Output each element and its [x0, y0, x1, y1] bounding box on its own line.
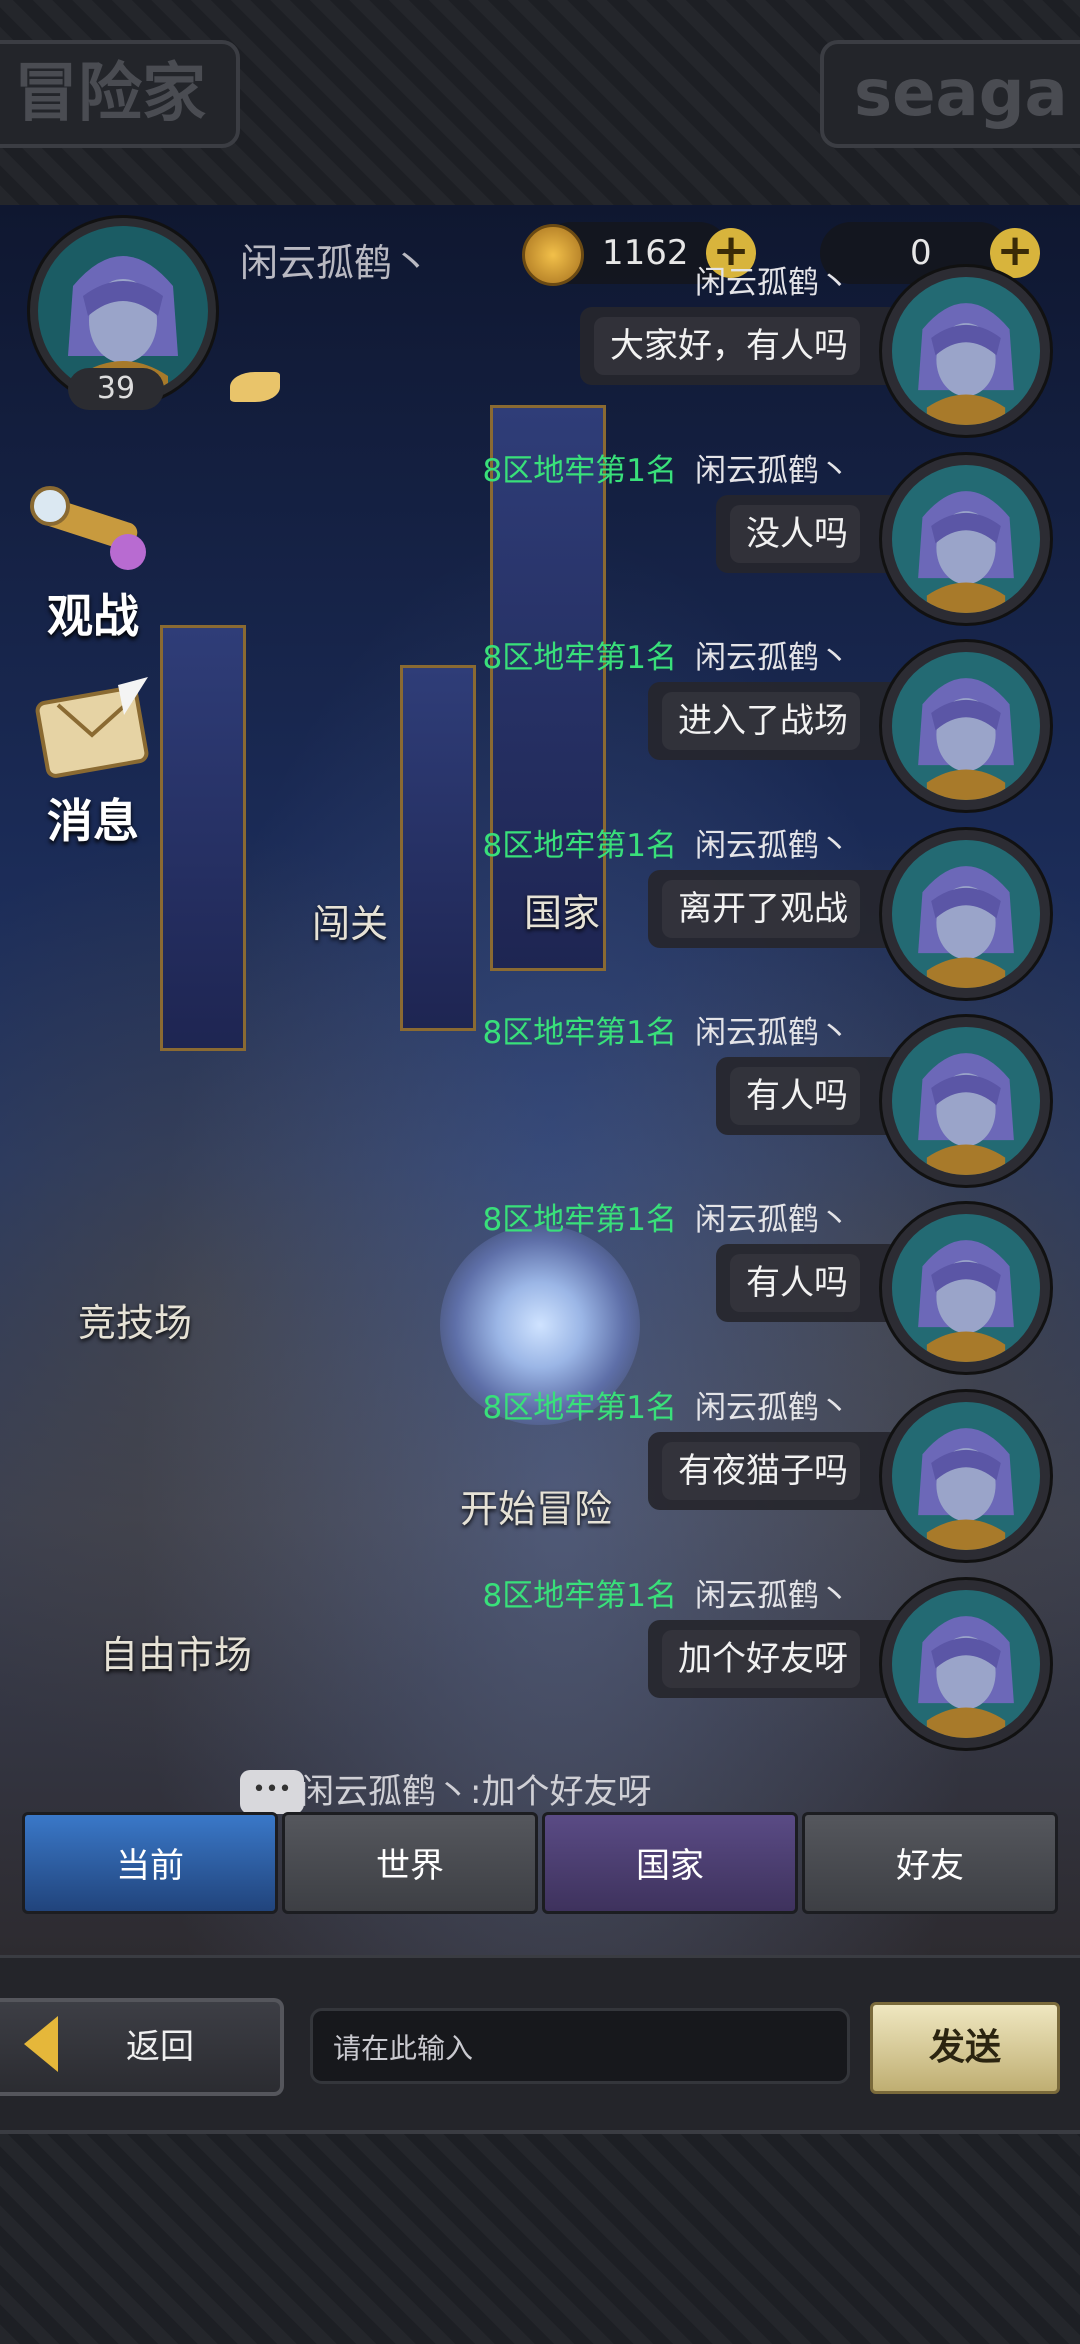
chat-input[interactable]: 请在此输入: [310, 2008, 850, 2084]
character-portrait-icon: [918, 1053, 1014, 1175]
chat-bubble: 离开了观战: [648, 870, 900, 948]
chat-text: 没人吗: [746, 514, 848, 554]
chat-message: 8区地牢第1名 闲云孤鹤丶 有夜猫子吗: [0, 1380, 1080, 1568]
character-portrait-icon: [918, 303, 1014, 425]
chat-avatar[interactable]: [882, 1017, 1050, 1185]
chat-rank-tag: 8区地牢第1名: [482, 1390, 677, 1426]
chat-sender-name[interactable]: 闲云孤鹤丶: [695, 453, 850, 489]
chat-header: 8区地牢第1名 闲云孤鹤丶: [483, 445, 850, 490]
chat-header: 8区地牢第1名 闲云孤鹤丶: [483, 632, 850, 677]
chat-sender-name[interactable]: 闲云孤鹤丶: [695, 1015, 850, 1051]
chat-text: 离开了观战: [678, 889, 848, 929]
character-portrait-icon: [918, 491, 1014, 613]
chat-avatar[interactable]: [882, 1204, 1050, 1372]
chat-avatar[interactable]: [882, 1580, 1050, 1748]
top-frame: 冒险家 seaga: [0, 0, 1080, 209]
chat-sender-name[interactable]: 闲云孤鹤丶: [695, 828, 850, 864]
chat-avatar[interactable]: [882, 1392, 1050, 1560]
chat-header: 8区地牢第1名 闲云孤鹤丶: [483, 1194, 850, 1239]
frame-right-plate: seaga: [820, 40, 1080, 148]
chat-avatar[interactable]: [882, 830, 1050, 998]
chat-message: 8区地牢第1名 闲云孤鹤丶 没人吗: [0, 443, 1080, 631]
chat-text: 大家好，有人吗: [610, 326, 848, 366]
chat-message: 8区地牢第1名 闲云孤鹤丶 有人吗: [0, 1005, 1080, 1193]
chat-sender-name[interactable]: 闲云孤鹤丶: [695, 265, 850, 301]
chat-text: 有人吗: [746, 1263, 848, 1303]
chat-sender-name[interactable]: 闲云孤鹤丶: [695, 1390, 850, 1426]
chat-sender-name[interactable]: 闲云孤鹤丶: [695, 1202, 850, 1238]
chat-header: 8区地牢第1名 闲云孤鹤丶: [483, 1382, 850, 1427]
chat-bubble: 有人吗: [716, 1057, 900, 1135]
tab-world[interactable]: 世界: [282, 1812, 538, 1914]
chat-rank-tag: 8区地牢第1名: [482, 640, 677, 676]
chat-message: 8区地牢第1名 闲云孤鹤丶 有人吗: [0, 1192, 1080, 1380]
chat-text: 有人吗: [746, 1076, 848, 1116]
chat-avatar[interactable]: [882, 267, 1050, 435]
chevron-left-icon: [24, 2016, 58, 2072]
frame-left-plate: 冒险家: [0, 40, 240, 148]
chat-rank-tag: 8区地牢第1名: [482, 1015, 677, 1051]
send-button[interactable]: 发送: [870, 2002, 1060, 2094]
tab-current[interactable]: 当前: [22, 1812, 278, 1914]
chat-bubble: 进入了战场: [648, 682, 900, 760]
tab-country[interactable]: 国家: [542, 1812, 798, 1914]
chat-bubble: 大家好，有人吗: [580, 307, 900, 385]
chat-rank-tag: 8区地牢第1名: [482, 828, 677, 864]
chat-header: 闲云孤鹤丶: [677, 257, 850, 302]
character-portrait-icon: [918, 1616, 1014, 1738]
chat-message: 8区地牢第1名 闲云孤鹤丶 离开了观战: [0, 818, 1080, 1006]
chat-avatar[interactable]: [882, 455, 1050, 623]
chat-avatar[interactable]: [882, 642, 1050, 810]
chat-bubble-icon: •••: [240, 1770, 304, 1814]
ticker-text: 闲云孤鹤丶:加个好友呀: [300, 1772, 652, 1812]
character-portrait-icon: [918, 1240, 1014, 1362]
chat-sender-name[interactable]: 闲云孤鹤丶: [695, 640, 850, 676]
chat-header: 8区地牢第1名 闲云孤鹤丶: [483, 1570, 850, 1615]
tab-friends[interactable]: 好友: [802, 1812, 1058, 1914]
chat-text: 加个好友呀: [678, 1639, 848, 1679]
chat-message: 8区地牢第1名 闲云孤鹤丶 进入了战场: [0, 630, 1080, 818]
chat-header: 8区地牢第1名 闲云孤鹤丶: [483, 1007, 850, 1052]
chat-channel-tabs: 当前 世界 国家 好友: [22, 1812, 1058, 1914]
character-portrait-icon: [918, 866, 1014, 988]
back-label: 返回: [126, 2027, 194, 2067]
chat-bubble: 有人吗: [716, 1244, 900, 1322]
chat-message: 闲云孤鹤丶 大家好，有人吗: [0, 255, 1080, 443]
chat-message: 8区地牢第1名 闲云孤鹤丶 加个好友呀: [0, 1568, 1080, 1756]
bottom-frame: [0, 2130, 1080, 2344]
chat-bubble: 有夜猫子吗: [648, 1432, 900, 1510]
chat-bubble: 没人吗: [716, 495, 900, 573]
chat-text: 有夜猫子吗: [678, 1451, 848, 1491]
character-portrait-icon: [918, 1428, 1014, 1550]
chat-header: 8区地牢第1名 闲云孤鹤丶: [483, 820, 850, 865]
character-portrait-icon: [918, 678, 1014, 800]
chat-text: 进入了战场: [678, 701, 848, 741]
chat-rank-tag: 8区地牢第1名: [482, 1202, 677, 1238]
chat-rank-tag: 8区地牢第1名: [482, 453, 677, 489]
chat-rank-tag: 8区地牢第1名: [482, 1578, 677, 1614]
chat-input-bar: 返回 请在此输入 发送: [0, 1955, 1080, 2133]
back-button[interactable]: 返回: [0, 1998, 284, 2096]
chat-bubble: 加个好友呀: [648, 1620, 900, 1698]
chat-sender-name[interactable]: 闲云孤鹤丶: [695, 1578, 850, 1614]
